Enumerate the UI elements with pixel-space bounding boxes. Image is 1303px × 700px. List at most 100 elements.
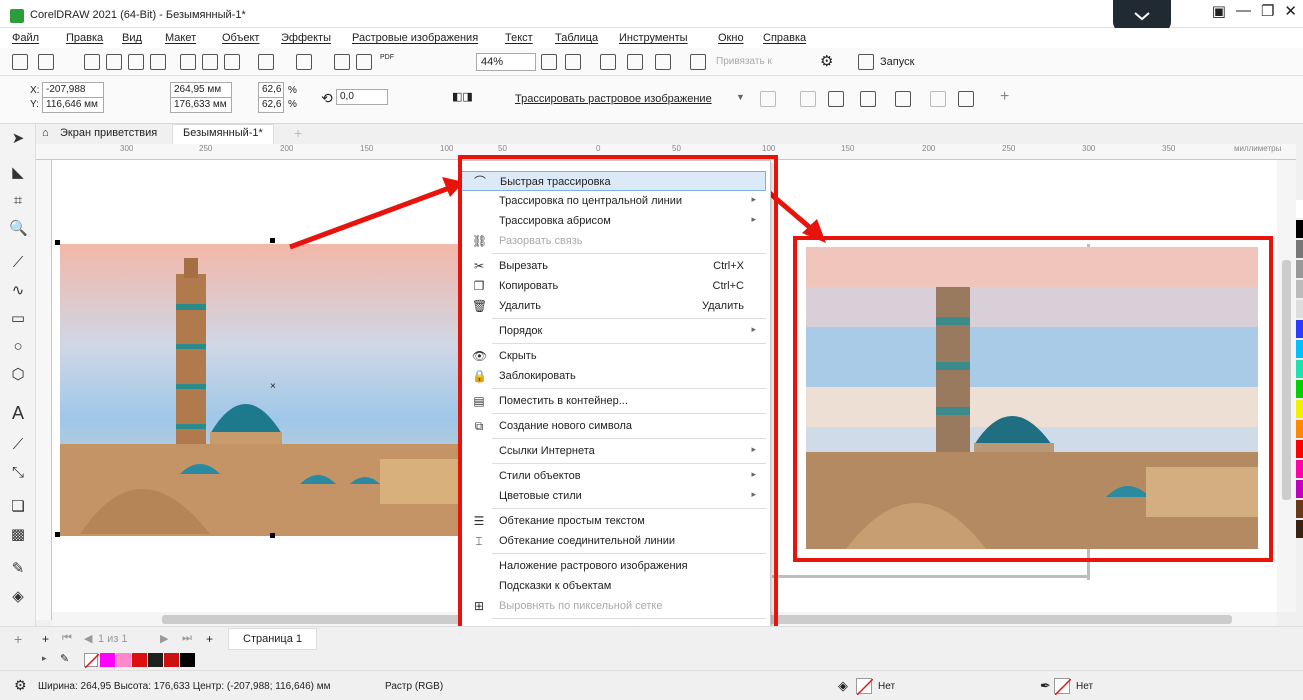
- color-mask-icon[interactable]: [930, 91, 946, 107]
- menu-table[interactable]: Таблица: [555, 32, 598, 44]
- eyedropper-icon[interactable]: ✎: [60, 652, 69, 665]
- menu-window[interactable]: Окно: [718, 32, 744, 44]
- palette-swatch[interactable]: [1296, 220, 1303, 238]
- guides-icon[interactable]: [655, 54, 671, 70]
- polygon-tool-icon[interactable]: ⬡: [9, 366, 27, 384]
- document-color-swatch[interactable]: [148, 653, 163, 667]
- snap-to[interactable]: Привязать к: [716, 56, 772, 67]
- cloud-up-icon[interactable]: [106, 54, 122, 70]
- fill-swatch[interactable]: [856, 678, 874, 696]
- crop-tool-icon[interactable]: ⌗: [9, 192, 27, 210]
- edit-bitmap-icon[interactable]: [800, 91, 816, 107]
- first-page-icon[interactable]: ⏮: [62, 632, 72, 645]
- document-color-swatch[interactable]: [100, 653, 115, 667]
- scale-height-field[interactable]: 62,6: [258, 97, 284, 113]
- save-icon[interactable]: [84, 54, 100, 70]
- width-field[interactable]: 264,95 мм: [170, 82, 232, 98]
- launch-icon[interactable]: [858, 54, 874, 70]
- add-page-before-icon[interactable]: +: [42, 632, 49, 646]
- cloud-down-icon[interactable]: [128, 54, 144, 70]
- last-page-icon[interactable]: ⏭: [182, 632, 192, 645]
- palette-swatch[interactable]: [1296, 400, 1303, 418]
- home-icon[interactable]: ⌂: [42, 127, 49, 139]
- redo-icon[interactable]: [296, 54, 312, 70]
- freehand-tool-icon[interactable]: ⟋: [9, 254, 27, 272]
- outline-pen-icon[interactable]: ✒: [1040, 678, 1051, 694]
- menu-view[interactable]: Вид: [122, 32, 142, 44]
- y-field[interactable]: 116,646 мм: [42, 97, 104, 113]
- menu-bitmaps[interactable]: Растровые изображения: [352, 32, 478, 44]
- palette-swatch[interactable]: [1296, 420, 1303, 438]
- menu-edit[interactable]: Правка: [66, 32, 103, 44]
- page-tab[interactable]: Страница 1: [228, 628, 318, 650]
- palette-expand-icon[interactable]: ▸: [42, 653, 47, 664]
- next-page-icon[interactable]: ▶: [160, 632, 168, 645]
- add-page-after-icon[interactable]: +: [206, 632, 213, 646]
- undo-icon[interactable]: [258, 54, 274, 70]
- paste-icon[interactable]: [224, 54, 240, 70]
- rulers-icon[interactable]: [600, 54, 616, 70]
- selection-handle[interactable]: [270, 238, 275, 243]
- scale-width-field[interactable]: 62,6: [258, 82, 284, 98]
- tab-document[interactable]: Безымянный-1*: [172, 124, 274, 144]
- zoom-dropdown-icon[interactable]: [541, 54, 557, 70]
- scroll-thumb[interactable]: [1282, 260, 1291, 500]
- tab-welcome[interactable]: Экран приветствия: [60, 127, 157, 139]
- palette-swatch[interactable]: [1296, 380, 1303, 398]
- traced-bitmap[interactable]: [806, 247, 1258, 549]
- menu-file[interactable]: Файл: [12, 32, 39, 44]
- document-color-swatch[interactable]: [132, 653, 147, 667]
- bitmap-frame-icon[interactable]: [860, 91, 876, 107]
- zoom-level[interactable]: 44%: [476, 53, 536, 71]
- selection-handle[interactable]: [55, 532, 60, 537]
- mirror-icon[interactable]: ◧◨: [452, 90, 473, 103]
- open-icon[interactable]: [38, 54, 54, 70]
- grid-icon[interactable]: [627, 54, 643, 70]
- selection-handle[interactable]: [270, 533, 275, 538]
- menu-tools[interactable]: Инструменты: [619, 32, 688, 44]
- pdf-icon[interactable]: PDF: [380, 54, 396, 70]
- x-field[interactable]: -207,988 мм: [42, 82, 104, 107]
- palette-swatch[interactable]: [1296, 460, 1303, 478]
- angle-field[interactable]: 0,0: [336, 89, 388, 105]
- trace-dropdown-icon[interactable]: ▼: [736, 92, 745, 102]
- print-icon[interactable]: [150, 54, 166, 70]
- fill-icon[interactable]: ◈: [838, 678, 848, 694]
- pick-tool-icon[interactable]: ➤: [9, 130, 27, 148]
- import-icon[interactable]: [334, 54, 350, 70]
- outline-swatch[interactable]: [1054, 678, 1072, 696]
- add-page-icon[interactable]: +: [14, 631, 22, 647]
- launch-button[interactable]: Запуск: [880, 56, 914, 68]
- copy-icon[interactable]: [202, 54, 218, 70]
- cut-icon[interactable]: [180, 54, 196, 70]
- connector-tool-icon[interactable]: ⟋: [9, 436, 27, 454]
- blend-tool-icon[interactable]: ⤡: [9, 464, 27, 482]
- palette-swatch[interactable]: [1296, 440, 1303, 458]
- palette-swatch[interactable]: [1296, 240, 1303, 258]
- selection-handle[interactable]: [55, 240, 60, 245]
- minimize-icon[interactable]: —: [1236, 2, 1251, 20]
- shape-tool-icon[interactable]: ◣: [9, 164, 27, 182]
- palette-swatch[interactable]: [1296, 300, 1303, 318]
- palette-swatch[interactable]: [1296, 360, 1303, 378]
- new-icon[interactable]: [12, 54, 28, 70]
- text-tool-icon[interactable]: A: [9, 404, 27, 422]
- settings-icon[interactable]: ⚙: [14, 677, 27, 694]
- zoom-tool-icon[interactable]: 🔍: [9, 220, 28, 238]
- fullscreen-icon[interactable]: [565, 54, 581, 70]
- shadow-tool-icon[interactable]: ❏: [9, 498, 27, 516]
- no-color-swatch[interactable]: [84, 653, 100, 669]
- height-field[interactable]: 176,633 мм: [170, 97, 232, 113]
- original-bitmap[interactable]: [60, 244, 475, 536]
- close-icon[interactable]: ✕: [1284, 2, 1297, 20]
- restore-icon[interactable]: ❐: [1261, 2, 1274, 20]
- add-icon[interactable]: +: [1000, 88, 1009, 106]
- prev-page-icon[interactable]: ◀: [84, 632, 92, 645]
- transparency-tool-icon[interactable]: ▩: [9, 526, 27, 544]
- vertical-scrollbar[interactable]: [1277, 160, 1296, 612]
- palette-swatch[interactable]: [1296, 280, 1303, 298]
- ellipse-tool-icon[interactable]: ○: [9, 338, 27, 356]
- artistic-media-icon[interactable]: ∿: [9, 282, 27, 300]
- new-tab-icon[interactable]: +: [294, 125, 302, 141]
- rectangle-tool-icon[interactable]: ▭: [9, 310, 27, 328]
